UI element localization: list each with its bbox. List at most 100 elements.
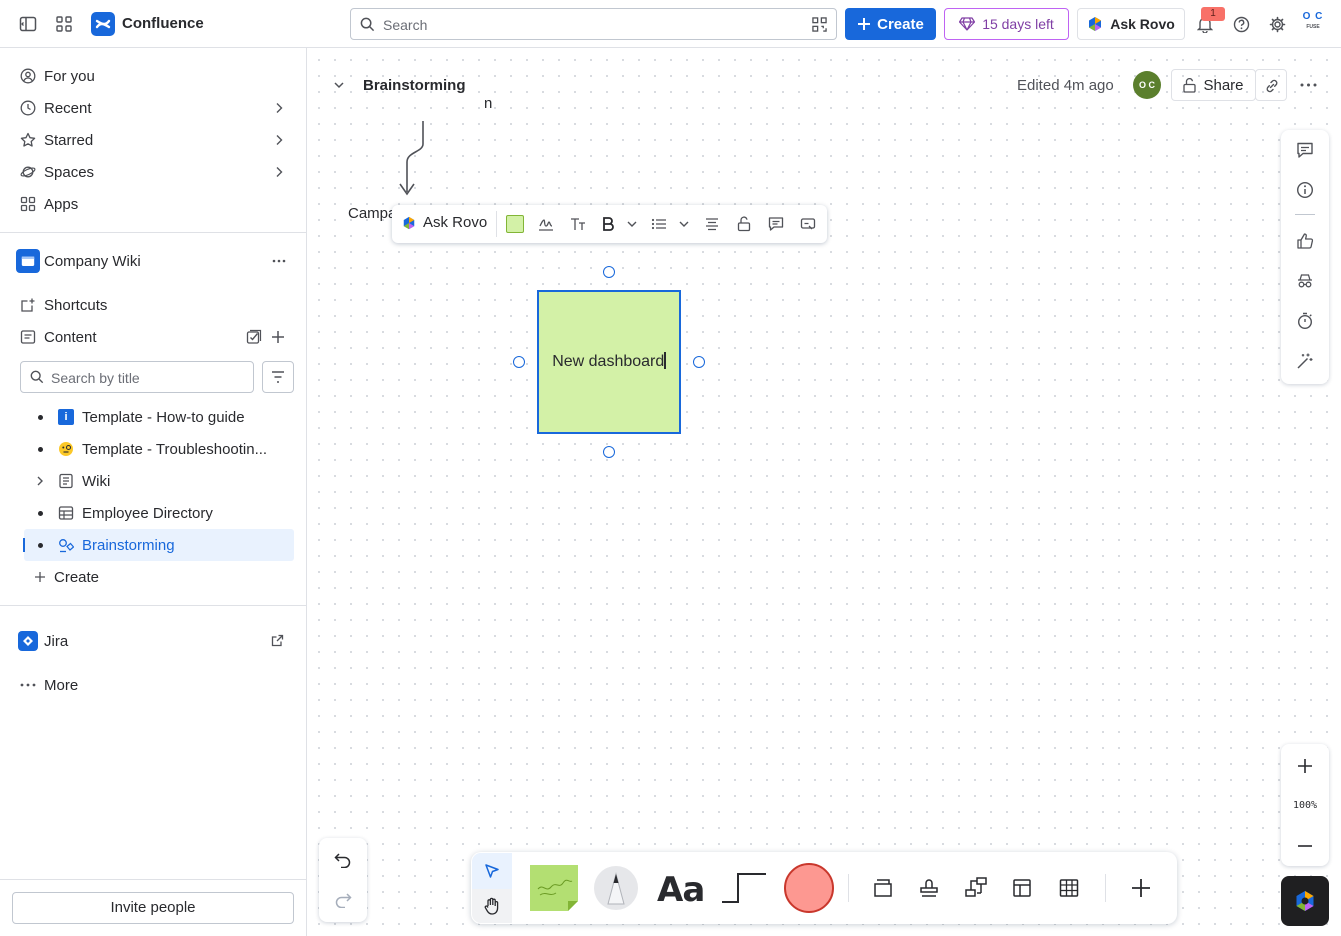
- add-content-icon[interactable]: [271, 330, 285, 344]
- ask-rovo-format-button[interactable]: Ask Rovo: [402, 214, 487, 231]
- unlock-icon[interactable]: [736, 216, 752, 232]
- format-toolbar: Ask Rovo: [392, 205, 827, 243]
- confluence-logo-icon[interactable]: [91, 12, 115, 36]
- timer-icon[interactable]: [1296, 312, 1314, 330]
- tree-item-how-to-guide[interactable]: i Template - How-to guide: [24, 401, 294, 433]
- resize-handle-left[interactable]: [513, 356, 525, 368]
- resize-handle-top[interactable]: [603, 266, 615, 278]
- tree-item-troubleshooting[interactable]: Template - Troubleshootin...: [24, 433, 294, 465]
- zoom-level[interactable]: 100%: [1281, 800, 1329, 811]
- toolbar-divider: [1105, 874, 1106, 902]
- scan-icon[interactable]: [812, 17, 827, 32]
- zoom-controls: 100%: [1281, 744, 1329, 866]
- collapse-chevron-icon[interactable]: [333, 79, 345, 91]
- filter-button[interactable]: [262, 361, 294, 393]
- connector-arrow[interactable]: [395, 118, 435, 200]
- search-input[interactable]: Search: [350, 8, 837, 40]
- sidebar-item-for-you[interactable]: For you: [8, 60, 298, 92]
- more-format-options-icon[interactable]: [800, 216, 816, 232]
- sidebar-item-shortcuts[interactable]: Shortcuts: [8, 289, 298, 321]
- task-check-icon[interactable]: [246, 329, 262, 345]
- select-tool[interactable]: [472, 853, 512, 889]
- zoom-out-icon[interactable]: [1297, 838, 1313, 854]
- connector-tool-icon[interactable]: [720, 872, 768, 904]
- sidebar-item-content[interactable]: Content: [8, 321, 298, 353]
- redo-icon[interactable]: [334, 892, 352, 908]
- table-icon[interactable]: [1059, 878, 1079, 898]
- page-icon: [59, 473, 73, 489]
- pen-tool[interactable]: [594, 866, 638, 910]
- hand-pan-icon[interactable]: [484, 897, 500, 915]
- undo-icon[interactable]: [334, 852, 352, 868]
- board-title[interactable]: Brainstorming: [363, 77, 466, 94]
- copy-link-button[interactable]: [1255, 69, 1287, 101]
- like-icon[interactable]: [1296, 232, 1314, 250]
- frame-section-icon[interactable]: [873, 878, 893, 898]
- chevron-right-icon[interactable]: [272, 165, 286, 179]
- sticky-note[interactable]: New dashboard: [537, 290, 681, 434]
- sidebar-toggle-icon[interactable]: [16, 12, 40, 36]
- space-header[interactable]: Company Wiki: [8, 245, 298, 277]
- more-tools-plus-icon[interactable]: [1131, 878, 1151, 898]
- sidebar-item-more[interactable]: More: [8, 669, 298, 701]
- bullet-list-icon[interactable]: [651, 216, 667, 232]
- search-by-title-placeholder: Search by title: [51, 370, 140, 386]
- campaign-text[interactable]: Campa: [348, 205, 396, 222]
- resize-handle-right[interactable]: [693, 356, 705, 368]
- tree-item-wiki[interactable]: Wiki: [24, 465, 294, 497]
- sidebar-item-apps[interactable]: Apps: [8, 188, 298, 220]
- create-content-button[interactable]: Create: [24, 561, 294, 593]
- whiteboard-canvas[interactable]: [307, 48, 1341, 936]
- diagram-icon[interactable]: [965, 877, 987, 897]
- ask-rovo-button[interactable]: Ask Rovo: [1077, 8, 1185, 40]
- info-icon: i: [58, 409, 74, 425]
- tree-item-brainstorming[interactable]: Brainstorming: [23, 529, 294, 561]
- settings-gear-icon[interactable]: [1265, 12, 1289, 36]
- chevron-down-icon[interactable]: [678, 216, 690, 232]
- sticky-color-swatch[interactable]: [506, 215, 524, 233]
- share-button[interactable]: Share: [1171, 69, 1256, 101]
- external-link-icon[interactable]: [271, 634, 284, 647]
- zoom-in-icon[interactable]: [1297, 758, 1313, 774]
- resize-handle-bottom[interactable]: [603, 446, 615, 458]
- sticky-note-text[interactable]: New dashboard: [539, 352, 679, 371]
- info-circle-icon[interactable]: [1296, 181, 1314, 199]
- chevron-right-icon[interactable]: [272, 101, 286, 115]
- partial-sticky-text[interactable]: n: [484, 95, 492, 112]
- collaborator-avatar[interactable]: O C: [1133, 71, 1161, 99]
- comment-icon[interactable]: [1296, 141, 1314, 159]
- template-icon[interactable]: [1012, 878, 1032, 898]
- sidebar-item-spaces[interactable]: Spaces: [8, 156, 298, 188]
- search-by-title-input[interactable]: Search by title: [20, 361, 254, 393]
- sidebar-item-recent[interactable]: Recent: [8, 92, 298, 124]
- text-color-icon[interactable]: [538, 216, 554, 232]
- app-title[interactable]: Confluence: [122, 15, 204, 32]
- sticky-note-tool[interactable]: [530, 865, 578, 911]
- app-switcher-icon[interactable]: [52, 12, 76, 36]
- chevron-right-icon[interactable]: [272, 133, 286, 147]
- notification-badge[interactable]: 1: [1201, 7, 1225, 21]
- user-avatar[interactable]: O C FUSE: [1300, 12, 1326, 36]
- align-center-icon[interactable]: [704, 216, 720, 232]
- sidebar-item-starred[interactable]: Starred: [8, 124, 298, 156]
- chevron-down-icon[interactable]: [626, 216, 638, 232]
- create-button[interactable]: Create: [845, 8, 936, 40]
- sticky-note-label[interactable]: New dashboard: [552, 353, 664, 370]
- more-actions-icon[interactable]: [1300, 83, 1317, 87]
- font-size-icon[interactable]: [570, 216, 586, 232]
- tree-item-employee-directory[interactable]: Employee Directory: [24, 497, 294, 529]
- invite-people-button[interactable]: Invite people: [12, 892, 294, 924]
- more-options-icon[interactable]: [272, 259, 286, 263]
- magic-wand-icon[interactable]: [1296, 352, 1314, 370]
- bold-icon[interactable]: [600, 216, 616, 232]
- text-tool[interactable]: Aa: [657, 870, 705, 910]
- shape-tool[interactable]: [784, 863, 834, 913]
- comment-icon[interactable]: [768, 216, 784, 232]
- rovo-chat-button[interactable]: [1281, 876, 1329, 926]
- stamp-icon[interactable]: [919, 876, 939, 898]
- sidebar-item-jira[interactable]: Jira: [8, 625, 298, 657]
- chevron-right-icon[interactable]: [35, 475, 45, 487]
- trial-button[interactable]: 15 days left: [944, 8, 1069, 40]
- incognito-icon[interactable]: [1296, 272, 1314, 290]
- help-icon[interactable]: [1229, 12, 1253, 36]
